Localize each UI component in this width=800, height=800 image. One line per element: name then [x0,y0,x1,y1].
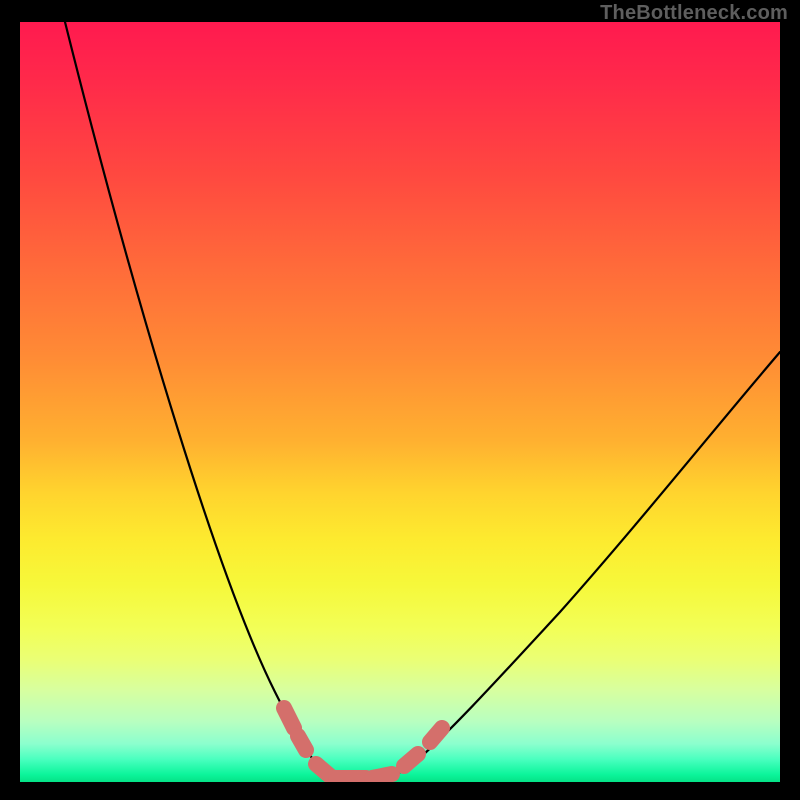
curve-right-branch [370,352,780,780]
marker-capsule [430,728,442,742]
chart-frame: TheBottleneck.com [0,0,800,800]
curve-left-branch [65,22,368,779]
highlight-markers [284,708,442,778]
marker-capsule [372,774,392,778]
marker-capsule [298,736,306,750]
curve-svg [20,22,780,782]
marker-capsule [284,708,294,728]
marker-capsule [316,764,330,776]
marker-capsule [404,754,418,766]
plot-area [20,22,780,782]
